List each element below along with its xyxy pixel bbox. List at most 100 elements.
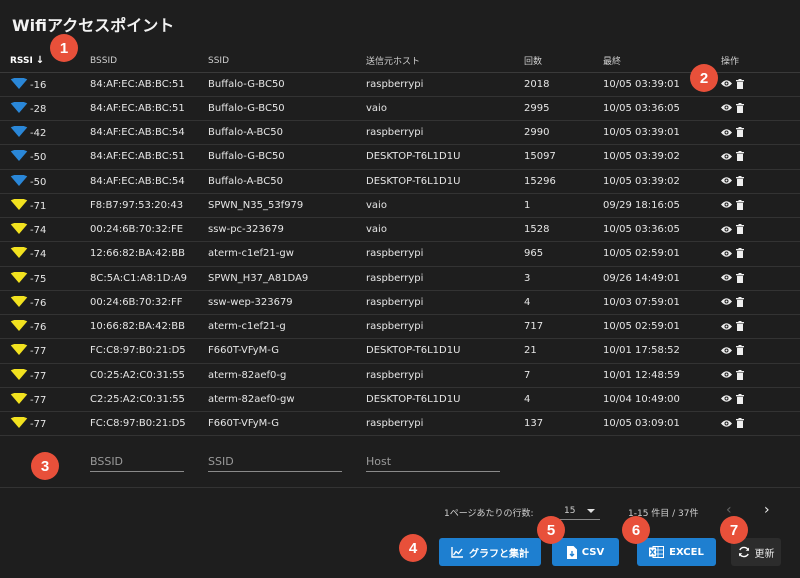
wifi-signal-icon: [10, 270, 28, 283]
table-row: -28 84:AF:EC:AB:BC:51 Buffalo-G-BC50 vaio 29…: [0, 96, 800, 122]
wifi-signal-icon: [10, 125, 28, 138]
table-row: -16 84:AF:EC:AB:BC:51 Buffalo-G-BC50 raspbe…: [0, 72, 800, 97]
view-eye-icon[interactable]: [721, 200, 732, 211]
cell-count: 1: [524, 193, 603, 219]
cell-ops: [721, 338, 800, 364]
table-row: -75 8C:5A:C1:A8:1D:A9 SPWN_H37_A81DA9 raspb…: [0, 266, 800, 291]
cell-count: 2018: [524, 72, 603, 97]
view-eye-icon[interactable]: [721, 127, 732, 138]
cell-bssid: C2:25:A2:C0:31:55: [90, 387, 208, 413]
delete-trash-icon[interactable]: [736, 127, 744, 138]
delete-trash-icon[interactable]: [736, 102, 744, 114]
cell-ssid: aterm-c1ef21-g: [208, 314, 366, 340]
callout-badge-1: 1: [50, 34, 78, 62]
cell-rssi: -16: [0, 72, 90, 97]
view-eye-icon[interactable]: [721, 248, 732, 259]
cell-ssid: Buffalo-A-BC50: [208, 169, 366, 194]
cell-host: raspberrypi: [366, 241, 524, 267]
ssid-filter-input[interactable]: [208, 452, 342, 472]
delete-trash-icon[interactable]: [736, 393, 744, 405]
cell-rssi: -71: [0, 193, 90, 219]
refresh-icon: [738, 546, 749, 558]
cell-count: 15097: [524, 144, 603, 170]
cell-rssi: -77: [0, 387, 90, 413]
cell-last: 10/05 02:59:01: [603, 241, 721, 267]
delete-trash-icon[interactable]: [736, 175, 744, 187]
cell-bssid: F8:B7:97:53:20:43: [90, 193, 208, 219]
delete-trash-icon[interactable]: [736, 345, 744, 356]
cell-host: raspberrypi: [366, 363, 524, 388]
cell-ssid: F660T-VFyM-G: [208, 411, 366, 437]
view-eye-icon[interactable]: [721, 418, 732, 429]
csv-button[interactable]: CSV: [552, 538, 619, 566]
host-filter-input[interactable]: [366, 452, 500, 472]
column-header-count[interactable]: 回数: [524, 48, 603, 73]
cell-ssid: Buffalo-G-BC50: [208, 96, 366, 122]
cell-ssid: Buffalo-G-BC50: [208, 72, 366, 97]
delete-trash-icon[interactable]: [736, 78, 744, 90]
delete-trash-icon[interactable]: [736, 369, 744, 381]
cell-last: 09/26 14:49:01: [603, 266, 721, 291]
cell-bssid: C0:25:A2:C0:31:55: [90, 363, 208, 388]
cell-last: 10/05 02:59:01: [603, 314, 721, 340]
view-eye-icon[interactable]: [721, 273, 732, 284]
excel-button[interactable]: EXCEL: [637, 538, 716, 566]
delete-trash-icon[interactable]: [736, 199, 744, 211]
cell-rssi: -76: [0, 290, 90, 316]
pagination: 1ページあたりの行数: 15 1-15 件目 / 37件 ‹ ›: [0, 500, 800, 524]
wifi-signal-icon: [10, 246, 28, 259]
wifi-signal-icon: [10, 416, 28, 429]
cell-host: vaio: [366, 193, 524, 219]
table-row: -74 12:66:82:BA:42:BB aterm-c1ef21-gw raspb…: [0, 241, 800, 267]
view-eye-icon[interactable]: [721, 321, 732, 332]
table-row: -74 00:24:6B:70:32:FE ssw-pc-323679 vaio 152…: [0, 217, 800, 243]
cell-ops: [721, 120, 800, 146]
rssi-value: -50: [30, 176, 47, 188]
cell-host: raspberrypi: [366, 120, 524, 146]
delete-trash-icon[interactable]: [736, 321, 744, 332]
wifi-signal-icon: [10, 222, 28, 235]
view-eye-icon[interactable]: [721, 79, 732, 90]
view-eye-icon[interactable]: [721, 103, 732, 114]
view-eye-icon[interactable]: [721, 394, 732, 405]
view-eye-icon[interactable]: [721, 370, 732, 381]
view-eye-icon[interactable]: [721, 224, 732, 235]
view-eye-icon[interactable]: [721, 297, 732, 308]
delete-trash-icon[interactable]: [736, 418, 744, 429]
graph-summary-button[interactable]: グラフと集計: [439, 538, 541, 566]
view-eye-icon[interactable]: [721, 176, 732, 187]
cell-rssi: -74: [0, 217, 90, 243]
delete-trash-icon[interactable]: [736, 296, 744, 308]
next-page-button[interactable]: ›: [764, 502, 770, 518]
wifi-signal-icon: [10, 295, 28, 307]
cell-bssid: 10:66:82:BA:42:BB: [90, 314, 208, 340]
column-label-rssi: RSSI: [10, 56, 33, 67]
column-header-bssid[interactable]: BSSID: [90, 48, 208, 73]
bssid-filter-input[interactable]: [90, 452, 184, 472]
csv-label: CSV: [581, 546, 605, 558]
column-header-host[interactable]: 送信元ホスト: [366, 48, 524, 73]
delete-trash-icon[interactable]: [736, 151, 744, 162]
cell-ssid: aterm-c1ef21-gw: [208, 241, 366, 267]
wifi-signal-icon: [10, 319, 28, 332]
delete-trash-icon[interactable]: [736, 224, 744, 235]
cell-bssid: 12:66:82:BA:42:BB: [90, 241, 208, 267]
cell-ops: [721, 169, 800, 194]
cell-count: 4: [524, 387, 603, 413]
cell-last: 10/05 03:39:02: [603, 144, 721, 170]
rssi-value: -77: [30, 370, 47, 382]
delete-trash-icon[interactable]: [736, 272, 744, 284]
table-row: -77 C0:25:A2:C0:31:55 aterm-82aef0-g raspbe…: [0, 363, 800, 388]
cell-ops: [721, 314, 800, 340]
delete-trash-icon[interactable]: [736, 248, 744, 259]
cell-bssid: 8C:5A:C1:A8:1D:A9: [90, 266, 208, 291]
rows-per-page-select[interactable]: 15: [560, 502, 600, 520]
rssi-value: -28: [30, 103, 47, 115]
view-eye-icon[interactable]: [721, 151, 732, 162]
column-header-ssid[interactable]: SSID: [208, 48, 366, 73]
view-eye-icon[interactable]: [721, 345, 732, 356]
cell-host: DESKTOP-T6L1D1U: [366, 144, 524, 170]
callout-badge-6: 6: [622, 516, 650, 544]
cell-ssid: aterm-82aef0-g: [208, 363, 366, 388]
cell-host: DESKTOP-T6L1D1U: [366, 338, 524, 364]
